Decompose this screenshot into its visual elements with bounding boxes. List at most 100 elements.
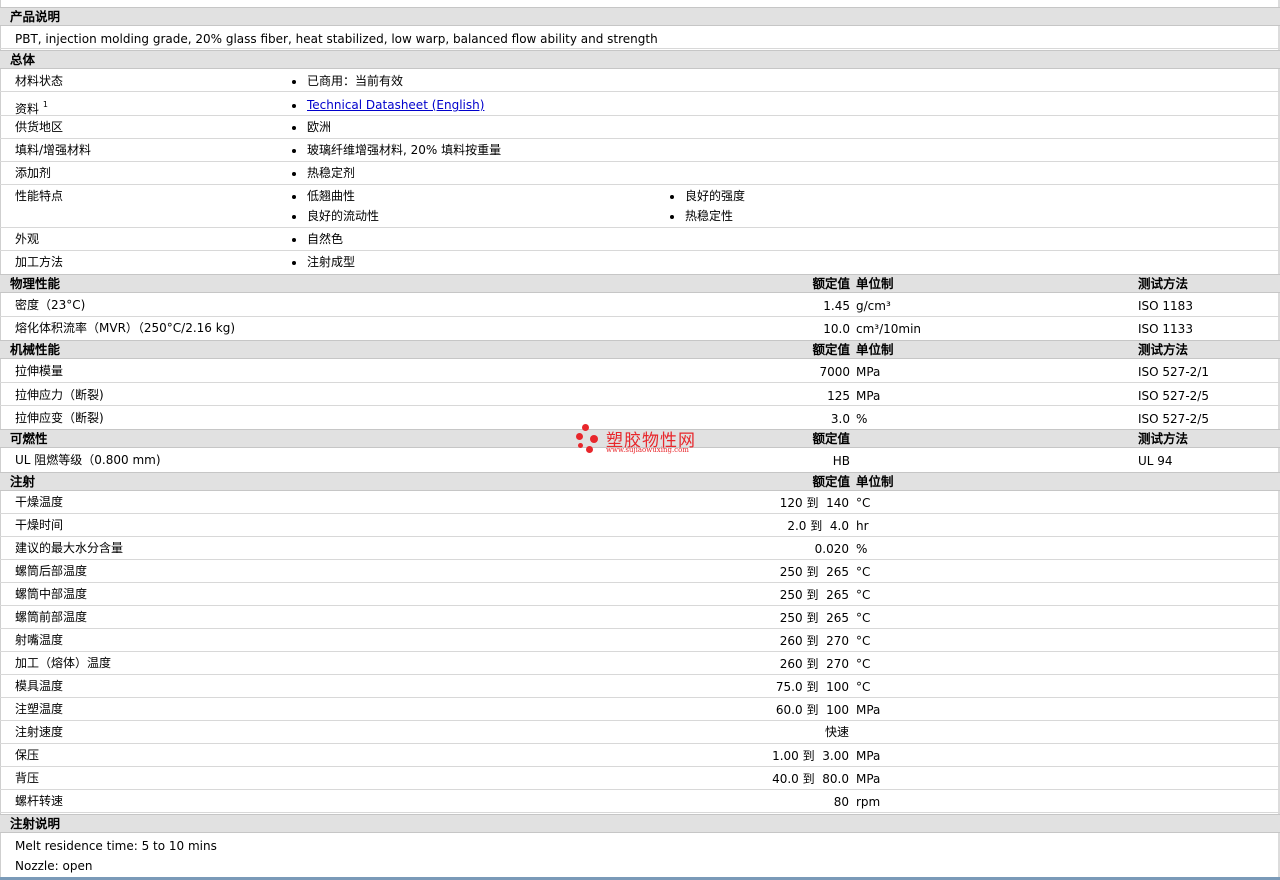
property-row: 熔化体积流率（MVR）（250°C/2.16 kg) 10.0 cm³/10mi… bbox=[0, 317, 1280, 340]
range-to: 到 bbox=[806, 657, 819, 671]
bullet-icon bbox=[292, 261, 296, 265]
row-label: 添加剂 bbox=[15, 166, 52, 180]
injection-row: 螺杆转速 80 rpm bbox=[0, 790, 1280, 813]
row-unit: rpm bbox=[856, 795, 881, 809]
col-header-unit: 单位制 bbox=[856, 276, 894, 291]
watermark-logo: 塑胶物性网 www.sujiaowuxing.com bbox=[576, 424, 706, 458]
row-label: 干燥时间 bbox=[15, 518, 64, 532]
row-value: 2.0 到 4.0 bbox=[787, 519, 849, 534]
datasheet-page: 产品说明 PBT, injection molding grade, 20% g… bbox=[0, 0, 1280, 880]
range-to: 到 bbox=[806, 703, 819, 717]
row-label: 外观 bbox=[15, 232, 40, 246]
col-header-unit: 单位制 bbox=[856, 342, 894, 357]
row-value: 自然色 bbox=[307, 232, 344, 246]
injection-row: 背压 40.0 到 80.0 MPa bbox=[0, 767, 1280, 790]
bullet-icon bbox=[292, 172, 296, 176]
section-header-physical: 物理性能 额定值 单位制 测试方法 bbox=[0, 274, 1280, 293]
row-label: 螺筒中部温度 bbox=[15, 587, 88, 601]
section-header-general: 总体 bbox=[0, 50, 1280, 69]
row-label: 材料状态 bbox=[15, 74, 64, 88]
description-text: PBT, injection molding grade, 20% glass … bbox=[15, 32, 658, 46]
row-label: 拉伸应变（断裂) bbox=[15, 411, 104, 425]
section-title: 可燃性 bbox=[10, 431, 48, 446]
range-low: 250 bbox=[779, 565, 803, 579]
bullet-icon bbox=[670, 195, 674, 199]
range-low: 260 bbox=[779, 634, 803, 648]
row-value: 7000 bbox=[819, 365, 850, 379]
col-header-value: 额定值 bbox=[812, 474, 850, 489]
range-low: 75.0 bbox=[775, 680, 803, 694]
general-row: 性能特点 低翘曲性 良好的强度 良好的流动性 热稳定性 bbox=[0, 185, 1280, 228]
description-row: PBT, injection molding grade, 20% glass … bbox=[0, 26, 1280, 49]
row-method: ISO 1133 bbox=[1138, 322, 1193, 336]
row-value: 3.0 bbox=[830, 412, 850, 426]
row-label: 保压 bbox=[15, 748, 40, 762]
bullet-icon bbox=[292, 238, 296, 242]
range-high: 265 bbox=[826, 565, 849, 579]
section-title: 机械性能 bbox=[10, 342, 61, 357]
row-unit: g/cm³ bbox=[856, 299, 891, 313]
row-label: 资料 1 bbox=[15, 98, 48, 117]
row-value: 250 到 265 bbox=[780, 565, 849, 580]
row-value: 欧洲 bbox=[307, 120, 332, 134]
row-value: 玻璃纤维增强材料, 20% 填料按重量 bbox=[307, 143, 502, 157]
row-value: 1.00 到 3.00 bbox=[772, 749, 849, 764]
col-header-method: 测试方法 bbox=[1138, 276, 1189, 291]
row-value: 0.020 bbox=[814, 542, 849, 556]
injection-row: 螺筒中部温度 250 到 265 °C bbox=[0, 583, 1280, 606]
range-to: 到 bbox=[806, 496, 819, 510]
injection-row: 干燥时间 2.0 到 4.0 hr bbox=[0, 514, 1280, 537]
range-low: 2.0 bbox=[787, 519, 807, 533]
range-to: 到 bbox=[806, 634, 819, 648]
row-value: 10.0 bbox=[823, 322, 850, 336]
injection-row: 保压 1.00 到 3.00 MPa bbox=[0, 744, 1280, 767]
row-label: UL 阻燃等级（0.800 mm) bbox=[15, 453, 161, 467]
datasheet-link[interactable]: Technical Datasheet (English) bbox=[307, 98, 484, 113]
row-value: 120 到 140 bbox=[780, 496, 849, 511]
row-value: 250 到 265 bbox=[780, 588, 849, 603]
range-to: 到 bbox=[802, 749, 815, 763]
range-low: 1.00 bbox=[772, 749, 799, 763]
row-value: 1.45 bbox=[823, 299, 850, 313]
row-value: 260 到 270 bbox=[780, 634, 849, 649]
col-header-method: 测试方法 bbox=[1138, 342, 1189, 357]
range-to: 到 bbox=[810, 519, 823, 533]
feature-item: 热稳定性 bbox=[685, 209, 734, 223]
range-to: 到 bbox=[806, 588, 819, 602]
injection-row: 建议的最大水分含量 0.020 % bbox=[0, 537, 1280, 560]
watermark-url: www.sujiaowuxing.com bbox=[606, 446, 689, 454]
row-value: 注射成型 bbox=[307, 255, 356, 269]
row-value: 60.0 到 100 bbox=[776, 703, 849, 718]
property-row: 密度（23°C) 1.45 g/cm³ ISO 1183 bbox=[0, 293, 1280, 317]
row-value: 75.0 到 100 bbox=[776, 680, 849, 695]
general-row: 加工方法 注射成型 bbox=[0, 251, 1280, 274]
general-row: 材料状态 已商用：当前有效 bbox=[0, 69, 1280, 92]
logo-dot bbox=[576, 433, 583, 440]
row-label-text: 资料 bbox=[15, 102, 40, 116]
general-row: 外观 自然色 bbox=[0, 228, 1280, 251]
row-value: 80 bbox=[833, 795, 849, 809]
row-value: 40.0 到 80.0 bbox=[772, 772, 849, 787]
row-unit: °C bbox=[856, 680, 871, 694]
range-high: 100 bbox=[826, 680, 849, 694]
row-unit: °C bbox=[856, 565, 871, 579]
bullet-icon bbox=[292, 126, 296, 130]
row-label: 干燥温度 bbox=[15, 495, 64, 509]
range-high: 265 bbox=[826, 611, 849, 625]
row-unit: MPa bbox=[856, 365, 881, 379]
col-header-value: 额定值 bbox=[812, 342, 850, 357]
range-high: 4.0 bbox=[829, 519, 849, 533]
row-value: 125 bbox=[827, 389, 850, 403]
bullet-icon bbox=[292, 80, 296, 84]
row-unit: % bbox=[856, 542, 868, 556]
range-high: 100 bbox=[826, 703, 849, 717]
row-label: 螺筒后部温度 bbox=[15, 564, 88, 578]
section-title: 注射说明 bbox=[10, 816, 61, 831]
footnote-marker: 1 bbox=[42, 100, 48, 109]
range-low: 260 bbox=[779, 657, 803, 671]
general-row: 供货地区 欧洲 bbox=[0, 116, 1280, 139]
range-high: 3.00 bbox=[822, 749, 849, 763]
injection-row: 射嘴温度 260 到 270 °C bbox=[0, 629, 1280, 652]
general-row: 资料 1 Technical Datasheet (English) bbox=[0, 92, 1280, 116]
col-header-unit: 单位制 bbox=[856, 474, 894, 489]
